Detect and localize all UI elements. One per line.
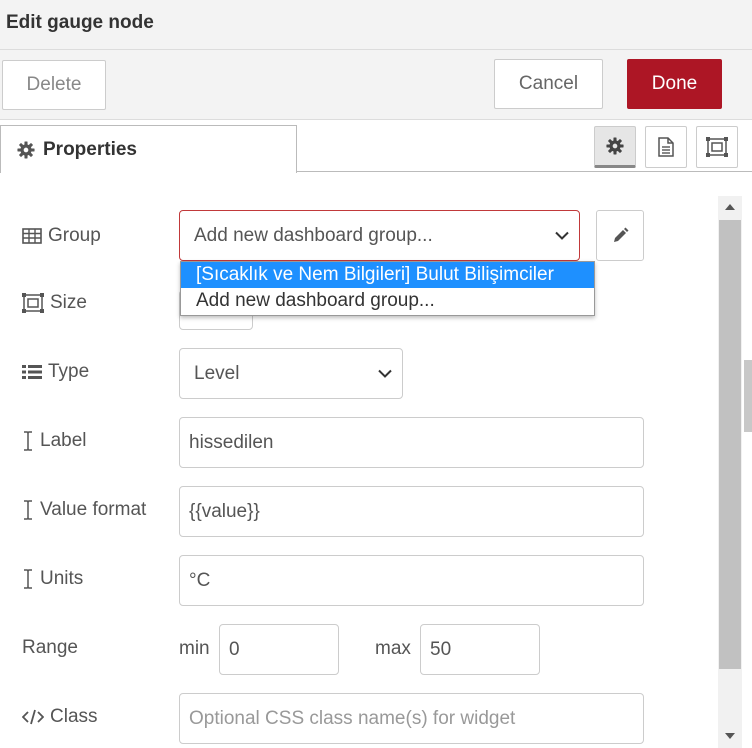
edit-group-button[interactable]	[596, 210, 644, 261]
tabs-bar: Properties	[0, 120, 752, 173]
type-label-text: Type	[48, 361, 90, 382]
range-label: Range	[22, 637, 78, 658]
scrollbar-thumb[interactable]	[719, 220, 741, 669]
list-icon	[22, 365, 42, 379]
text-cursor-icon	[24, 500, 32, 520]
gear-icon	[606, 137, 624, 155]
pencil-icon	[614, 227, 629, 242]
type-select[interactable]: Level	[179, 348, 403, 399]
label-label-text: Label	[40, 430, 87, 451]
dialog-toolbar: Delete Cancel Done	[0, 50, 752, 120]
layout-frame-icon	[706, 137, 728, 157]
scroll-up-arrow-icon[interactable]	[724, 202, 736, 212]
chevron-down-icon	[378, 369, 392, 378]
value-format-input[interactable]: {{value}}	[179, 486, 644, 537]
units-input[interactable]: °C	[179, 555, 644, 606]
tab-properties-label: Properties	[43, 138, 137, 160]
text-cursor-icon	[24, 431, 32, 451]
layout-frame-icon	[22, 293, 44, 313]
value-format-label: Value format	[22, 495, 146, 525]
range-min-input[interactable]: 0	[219, 624, 339, 675]
class-label: Class	[22, 702, 98, 732]
settings-tab-button[interactable]	[594, 126, 636, 168]
type-select-value: Level	[194, 362, 240, 384]
group-label: Group	[22, 221, 101, 251]
dialog-title: Edit gauge node	[6, 12, 154, 33]
size-label: Size	[22, 288, 87, 318]
gear-icon	[17, 140, 35, 159]
label-label: Label	[22, 426, 87, 456]
table-icon	[22, 228, 42, 244]
dialog-header: Edit gauge node	[0, 0, 752, 50]
outer-scrollbar-thumb[interactable]	[744, 360, 752, 432]
group-option-add-new[interactable]: Add new dashboard group...	[181, 288, 594, 314]
text-cursor-icon	[24, 569, 32, 589]
value-format-label-text: Value format	[40, 499, 147, 520]
group-dropdown-list: [Sıcaklık ve Nem Bilgileri] Bulut Bilişi…	[180, 261, 595, 316]
units-label-text: Units	[40, 568, 84, 589]
code-icon	[22, 709, 44, 725]
range-min-label: min	[179, 638, 210, 659]
class-input[interactable]: Optional CSS class name(s) for widget	[179, 693, 644, 744]
group-select[interactable]: Add new dashboard group...	[179, 210, 580, 261]
range-max-input[interactable]: 50	[420, 624, 540, 675]
group-select-value: Add new dashboard group...	[194, 224, 433, 246]
units-label: Units	[22, 564, 83, 594]
type-label: Type	[22, 357, 89, 387]
appearance-tab-button[interactable]	[696, 126, 738, 168]
group-option-selected[interactable]: [Sıcaklık ve Nem Bilgileri] Bulut Bilişi…	[181, 262, 594, 288]
done-button[interactable]: Done	[627, 59, 722, 109]
description-tab-button[interactable]	[645, 126, 687, 168]
tab-properties[interactable]: Properties	[0, 125, 297, 173]
class-label-text: Class	[50, 706, 98, 727]
range-max-label: max	[375, 638, 411, 659]
scroll-down-arrow-icon[interactable]	[724, 731, 736, 741]
group-label-text: Group	[48, 225, 101, 246]
document-icon	[658, 137, 674, 157]
delete-button[interactable]: Delete	[2, 60, 106, 110]
chevron-down-icon	[555, 231, 569, 240]
size-label-text: Size	[50, 292, 87, 313]
label-input[interactable]: hissedilen	[179, 417, 644, 468]
cancel-button[interactable]: Cancel	[494, 59, 603, 109]
